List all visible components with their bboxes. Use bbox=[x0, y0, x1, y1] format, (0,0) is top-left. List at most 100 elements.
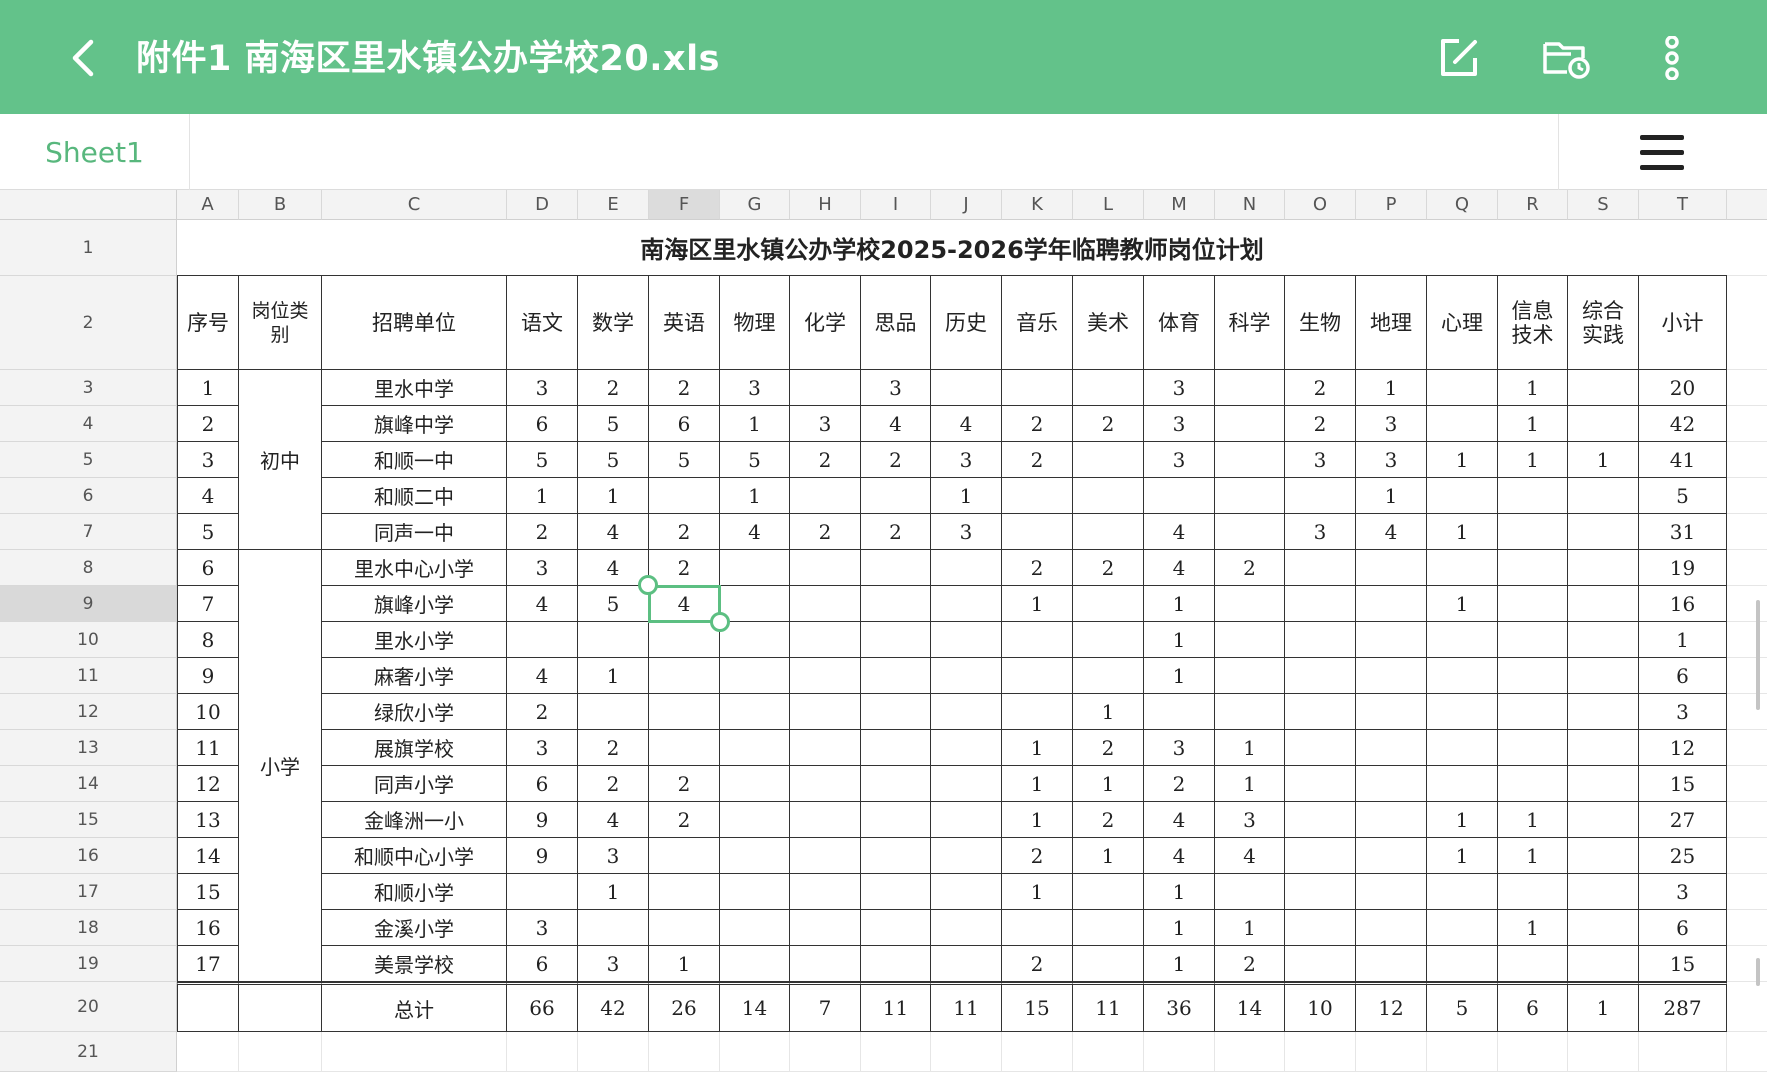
table-cell[interactable]: 1 bbox=[1427, 838, 1498, 874]
table-cell[interactable]: 2 bbox=[1285, 406, 1356, 442]
total-cell[interactable]: 287 bbox=[1639, 982, 1727, 1032]
table-cell[interactable] bbox=[1568, 730, 1639, 766]
column-header-extra[interactable] bbox=[1727, 190, 1767, 220]
table-cell[interactable] bbox=[720, 946, 790, 982]
table-cell[interactable] bbox=[1285, 838, 1356, 874]
table-cell[interactable]: 2 bbox=[1073, 802, 1144, 838]
table-cell[interactable] bbox=[931, 910, 1002, 946]
table-cell[interactable]: 15 bbox=[1639, 946, 1727, 982]
table-cell[interactable] bbox=[1285, 946, 1356, 982]
table-cell[interactable] bbox=[1285, 874, 1356, 910]
table-cell[interactable] bbox=[1002, 658, 1073, 694]
table-cell[interactable]: 1 bbox=[1215, 766, 1285, 802]
table-cell[interactable] bbox=[1427, 658, 1498, 694]
table-cell[interactable] bbox=[931, 658, 1002, 694]
table-cell[interactable] bbox=[1002, 694, 1073, 730]
table-cell[interactable]: 2 bbox=[649, 550, 720, 586]
row-header-9[interactable]: 9 bbox=[0, 586, 177, 622]
table-cell[interactable]: 12 bbox=[1639, 730, 1727, 766]
empty-cell[interactable] bbox=[649, 1032, 720, 1072]
table-cell[interactable]: 1 bbox=[1002, 586, 1073, 622]
empty-cell[interactable] bbox=[1727, 802, 1767, 838]
table-cell[interactable]: 3 bbox=[1285, 442, 1356, 478]
row-header-12[interactable]: 12 bbox=[0, 694, 177, 730]
table-cell[interactable] bbox=[1285, 730, 1356, 766]
table-cell[interactable] bbox=[1568, 946, 1639, 982]
table-cell[interactable]: 2 bbox=[1285, 370, 1356, 406]
table-cell[interactable]: 和顺一中 bbox=[322, 442, 507, 478]
column-title-cell[interactable]: 体育 bbox=[1144, 276, 1215, 370]
table-cell[interactable]: 3 bbox=[861, 370, 931, 406]
table-cell[interactable] bbox=[931, 586, 1002, 622]
total-cell[interactable] bbox=[239, 982, 322, 1032]
table-cell[interactable]: 4 bbox=[1144, 802, 1215, 838]
empty-cell[interactable] bbox=[790, 1032, 861, 1072]
table-cell[interactable] bbox=[861, 730, 931, 766]
table-cell[interactable] bbox=[1568, 514, 1639, 550]
table-cell[interactable] bbox=[1215, 874, 1285, 910]
empty-cell[interactable] bbox=[1727, 658, 1767, 694]
column-title-cell[interactable]: 物理 bbox=[720, 276, 790, 370]
table-cell[interactable]: 4 bbox=[578, 514, 649, 550]
table-cell[interactable] bbox=[931, 766, 1002, 802]
table-cell[interactable]: 里水中学 bbox=[322, 370, 507, 406]
table-cell[interactable]: 3 bbox=[578, 838, 649, 874]
table-cell[interactable]: 41 bbox=[1639, 442, 1727, 478]
table-cell[interactable] bbox=[1285, 766, 1356, 802]
table-cell[interactable] bbox=[1215, 406, 1285, 442]
table-cell[interactable] bbox=[1073, 586, 1144, 622]
table-cell[interactable]: 4 bbox=[1144, 550, 1215, 586]
table-cell[interactable] bbox=[1002, 478, 1073, 514]
category-cell-primary[interactable]: 小学 bbox=[239, 550, 322, 982]
table-cell[interactable] bbox=[1568, 478, 1639, 514]
category-cell-junior[interactable]: 初中 bbox=[239, 370, 322, 550]
table-cell[interactable] bbox=[790, 766, 861, 802]
table-cell[interactable]: 和顺小学 bbox=[322, 874, 507, 910]
table-cell[interactable] bbox=[578, 694, 649, 730]
table-cell[interactable] bbox=[931, 874, 1002, 910]
table-cell[interactable]: 4 bbox=[1144, 514, 1215, 550]
column-title-cell[interactable]: 心理 bbox=[1427, 276, 1498, 370]
row-header-1[interactable]: 1 bbox=[0, 220, 177, 276]
table-cell[interactable] bbox=[790, 838, 861, 874]
table-cell[interactable] bbox=[861, 946, 931, 982]
empty-cell[interactable] bbox=[1727, 1032, 1767, 1072]
table-cell[interactable] bbox=[1215, 514, 1285, 550]
folder-history-button[interactable] bbox=[1540, 32, 1592, 84]
table-cell[interactable] bbox=[507, 622, 578, 658]
table-cell[interactable]: 1 bbox=[1356, 478, 1427, 514]
table-cell[interactable]: 13 bbox=[177, 802, 239, 838]
table-cell[interactable]: 2 bbox=[507, 694, 578, 730]
row-header-15[interactable]: 15 bbox=[0, 802, 177, 838]
table-cell[interactable]: 3 bbox=[507, 370, 578, 406]
column-header-p[interactable]: P bbox=[1356, 190, 1427, 220]
table-cell[interactable]: 麻奢小学 bbox=[322, 658, 507, 694]
sheet-title[interactable]: 南海区里水镇公办学校2025-2026学年临聘教师岗位计划 bbox=[177, 220, 1727, 276]
column-header-m[interactable]: M bbox=[1144, 190, 1215, 220]
table-cell[interactable] bbox=[1002, 622, 1073, 658]
table-cell[interactable] bbox=[790, 658, 861, 694]
column-header-e[interactable]: E bbox=[578, 190, 649, 220]
table-cell[interactable]: 3 bbox=[931, 442, 1002, 478]
table-cell[interactable]: 旗峰中学 bbox=[322, 406, 507, 442]
total-cell[interactable]: 14 bbox=[720, 982, 790, 1032]
table-cell[interactable] bbox=[1498, 874, 1568, 910]
table-cell[interactable]: 1 bbox=[1144, 946, 1215, 982]
row-header-11[interactable]: 11 bbox=[0, 658, 177, 694]
table-cell[interactable]: 2 bbox=[1144, 766, 1215, 802]
table-cell[interactable] bbox=[1427, 406, 1498, 442]
table-cell[interactable]: 美景学校 bbox=[322, 946, 507, 982]
table-cell[interactable]: 同声小学 bbox=[322, 766, 507, 802]
table-cell[interactable]: 6 bbox=[507, 766, 578, 802]
table-cell[interactable] bbox=[1073, 658, 1144, 694]
table-cell[interactable]: 2 bbox=[649, 802, 720, 838]
column-title-cell[interactable]: 小计 bbox=[1639, 276, 1727, 370]
row-header-14[interactable]: 14 bbox=[0, 766, 177, 802]
table-cell[interactable]: 2 bbox=[177, 406, 239, 442]
table-cell[interactable]: 5 bbox=[177, 514, 239, 550]
empty-cell[interactable] bbox=[1727, 550, 1767, 586]
table-cell[interactable]: 4 bbox=[1215, 838, 1285, 874]
empty-cell[interactable] bbox=[1727, 838, 1767, 874]
table-cell[interactable]: 2 bbox=[790, 514, 861, 550]
total-cell[interactable]: 7 bbox=[790, 982, 861, 1032]
